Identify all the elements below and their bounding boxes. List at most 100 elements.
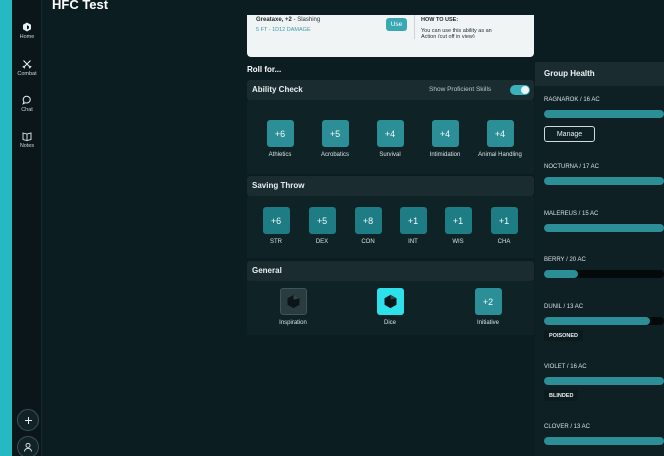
save-modifier-button[interactable]: +1 (399, 207, 427, 234)
skill-intimidation[interactable]: +4 Intimidation (421, 120, 469, 158)
save-modifier-button[interactable]: +5 (308, 207, 336, 234)
sidebar-item-label: Chat (21, 107, 33, 113)
user-icon (24, 442, 32, 452)
skill-modifier-button[interactable]: +5 (321, 120, 349, 147)
swords-icon (22, 60, 32, 69)
general-dice[interactable]: Dice (366, 288, 414, 326)
hp-bar (544, 224, 664, 232)
save-label: INT (408, 239, 418, 245)
divider (414, 15, 415, 39)
toggle-label: Show Proficient Skills (429, 86, 492, 93)
skill-label: Intimidation (429, 152, 461, 158)
member-name: NOCTURNA / 17 AC (544, 164, 600, 170)
roll-for-heading: Roll for... (247, 65, 282, 74)
save-str[interactable]: +6 STR (252, 207, 300, 245)
saving-throw-body: +6 STR +5 DEX +8 CON +1 INT +1 WIS +1 CH… (247, 196, 534, 258)
section-title: Saving Throw (252, 181, 305, 190)
skill-animal-handling[interactable]: +4 Animal Handling (476, 120, 524, 158)
d20-icon (384, 294, 396, 309)
save-modifier-button[interactable]: +1 (444, 207, 472, 234)
member-name: RAGNAROK / 16 AC (544, 97, 600, 103)
save-con[interactable]: +8 CON (344, 207, 392, 245)
hp-bar (544, 177, 664, 185)
hp-bar (544, 437, 664, 445)
page-title: HFC Test (52, 0, 109, 12)
weapon-name: Greataxe, +2 (256, 17, 292, 23)
home-icon (23, 22, 31, 32)
hp-fill (544, 377, 664, 385)
add-button[interactable] (17, 409, 39, 431)
general-label: Inspiration (279, 320, 307, 326)
skill-survival[interactable]: +4 Survival (366, 120, 414, 158)
skill-modifier-button[interactable]: +4 (486, 120, 514, 147)
sidebar-item-chat[interactable]: Chat (12, 95, 42, 113)
use-button[interactable]: Use (386, 18, 407, 31)
toggle-knob (521, 86, 529, 94)
dice-button[interactable] (376, 288, 404, 315)
hp-fill (544, 110, 664, 118)
inspiration-button[interactable] (279, 288, 307, 315)
how-to-use-title: HOW TO USE: (421, 17, 459, 23)
hp-bar (544, 270, 664, 278)
skill-label: Animal Handling (478, 152, 522, 158)
save-modifier-button[interactable]: +6 (262, 207, 290, 234)
skill-acrobatics[interactable]: +5 Acrobatics (311, 120, 359, 158)
general-initiative[interactable]: +2 Initiative (464, 288, 512, 326)
member-name: VIOLET / 16 AC (544, 364, 587, 370)
hp-bar (544, 317, 664, 325)
d20-icon (287, 294, 299, 309)
save-modifier-button[interactable]: +1 (490, 207, 518, 234)
ability-name: Greataxe, +2 - Slashing (256, 17, 320, 23)
skill-modifier-button[interactable]: +4 (431, 120, 459, 147)
notes-icon (22, 132, 32, 141)
initiative-button[interactable]: +2 (474, 288, 502, 315)
member-name: MALEREUS / 15 AC (544, 211, 599, 217)
member-name: BERRY / 20 AC (544, 257, 586, 263)
save-modifier-button[interactable]: +8 (354, 207, 382, 234)
member-name: CLOVER / 13 AC (544, 424, 591, 430)
proficient-skills-toggle[interactable] (510, 85, 530, 95)
save-int[interactable]: +1 INT (389, 207, 437, 245)
condition-badge: BLINDED (544, 390, 579, 401)
hp-fill (544, 224, 664, 232)
hp-bar (544, 110, 664, 118)
chat-icon (22, 95, 31, 105)
group-health-header: Group Health (535, 62, 664, 86)
sidebar-item-notes[interactable]: Notes (12, 131, 42, 149)
sidebar: Home Combat Chat Notes (12, 0, 42, 456)
save-wis[interactable]: +1 WIS (434, 207, 482, 245)
saving-throw-header: Saving Throw (247, 176, 534, 196)
general-inspiration[interactable]: Inspiration (269, 288, 317, 326)
skill-label: Survival (379, 152, 401, 158)
sidebar-item-home[interactable]: Home (12, 22, 42, 40)
skill-modifier-button[interactable]: +6 (266, 120, 294, 147)
general-header: General (247, 261, 534, 281)
skill-modifier-button[interactable]: +4 (376, 120, 404, 147)
ability-check-body: +6 Athletics +5 Acrobatics +4 Survival +… (247, 100, 534, 174)
save-label: STR (270, 239, 282, 245)
sidebar-item-combat[interactable]: Combat (12, 59, 42, 77)
save-label: CHA (497, 239, 511, 245)
section-title: General (252, 266, 282, 275)
profile-button[interactable] (17, 436, 39, 456)
ability-detail: 5 FT - 1D12 DAMAGE (256, 27, 311, 33)
skill-athletics[interactable]: +6 Athletics (256, 120, 304, 158)
hp-bar (544, 377, 664, 385)
hp-fill (544, 317, 650, 325)
sidebar-item-label: Home (19, 34, 35, 40)
save-dex[interactable]: +5 DEX (298, 207, 346, 245)
hp-fill (544, 177, 664, 185)
hp-fill (544, 437, 664, 445)
save-label: DEX (315, 239, 329, 245)
save-label: WIS (452, 239, 464, 245)
save-cha[interactable]: +1 CHA (480, 207, 528, 245)
sidebar-item-label: Combat (17, 71, 37, 77)
ability-check-header: Ability Check Show Proficient Skills (247, 80, 534, 100)
save-label: CON (361, 239, 375, 245)
skill-label: Athletics (268, 152, 292, 158)
general-body: Inspiration Dice +2 Initiative (247, 281, 534, 335)
damage-type: - Slashing (291, 17, 321, 23)
hp-fill (544, 270, 578, 278)
manage-button[interactable]: Manage (544, 126, 595, 142)
general-label: Initiative (476, 320, 499, 326)
